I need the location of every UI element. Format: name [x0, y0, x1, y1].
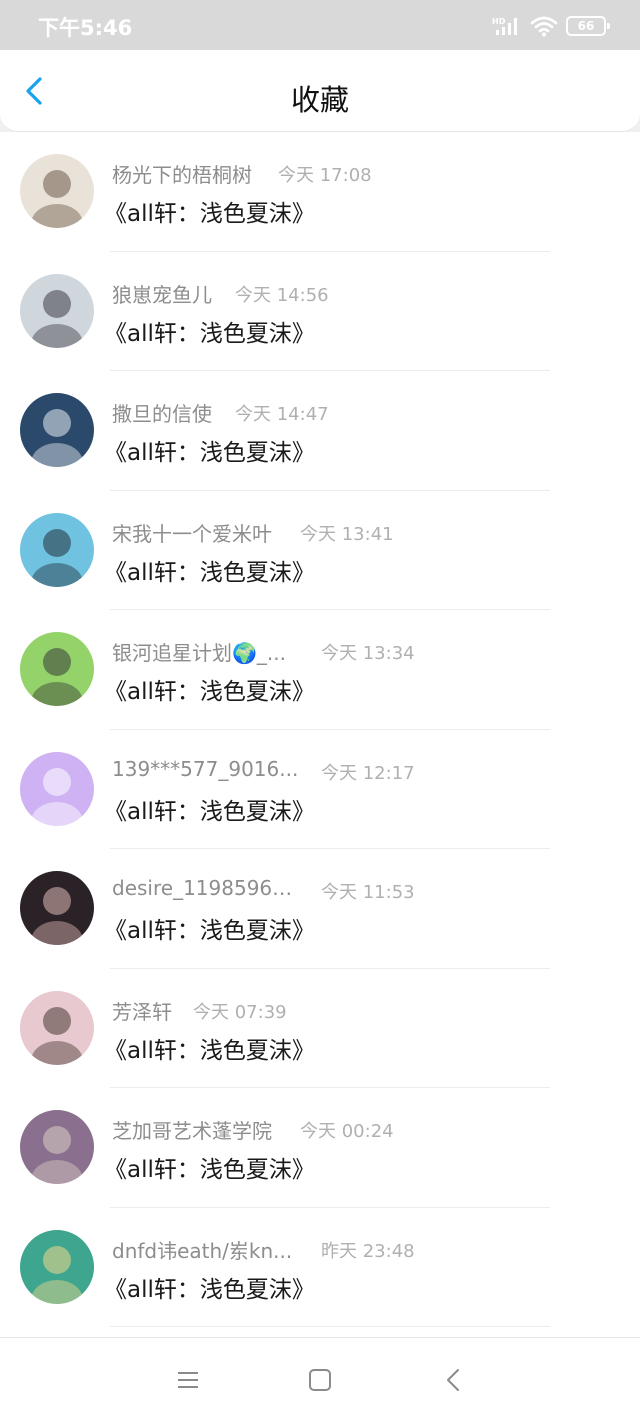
timestamp: 今天 17:08 [278, 165, 372, 186]
timestamp: 今天 14:56 [235, 284, 329, 306]
avatar[interactable] [20, 990, 94, 1065]
favorite-item[interactable]: 139***577_9016... 今天 12:17 《all轩：浅色夏沫》 [0, 729, 640, 849]
favorite-item[interactable]: 芝加哥艺术蓬学院 今天 00:24 《all轩：浅色夏沫》 [0, 1088, 640, 1208]
timestamp: 今天 14:47 [235, 404, 329, 425]
avatar[interactable] [20, 273, 94, 348]
favorite-item[interactable]: 银河追星计划🌍_... 今天 13:34 《all轩：浅色夏沫》 [0, 610, 640, 730]
favorite-item[interactable]: 狼崽宠鱼儿 今天 14:56 《all轩：浅色夏沫》 [0, 251, 640, 371]
status-time: 下午5:46 [38, 16, 133, 40]
favorite-title[interactable]: 《all轩：浅色夏沫》 [104, 911, 315, 945]
timestamp: 今天 12:17 [321, 762, 415, 784]
navigation-bar [0, 1337, 640, 1422]
back-triangle-icon[interactable] [440, 1366, 468, 1394]
signal-icon: HD [492, 17, 517, 35]
favorite-title[interactable]: 《all轩：浅色夏沫》 [104, 672, 315, 706]
favorite-title[interactable]: 《all轩：浅色夏沫》 [104, 1031, 315, 1065]
user-name[interactable]: 芳泽轩 [112, 996, 172, 1025]
avatar[interactable] [20, 154, 94, 228]
favorite-title[interactable]: 《all轩：浅色夏沫》 [104, 792, 315, 826]
timestamp: 今天 11:53 [321, 882, 415, 903]
user-name[interactable]: 芝加哥艺术蓬学院 [112, 1115, 272, 1144]
home-square-icon[interactable] [306, 1366, 334, 1394]
avatar[interactable] [20, 632, 94, 706]
user-name[interactable]: 139***577_9016... [112, 757, 298, 781]
timestamp: 今天 13:34 [321, 643, 415, 664]
avatar[interactable] [20, 1110, 94, 1184]
user-name[interactable]: 狼崽宠鱼儿 [112, 279, 212, 308]
avatar[interactable] [20, 512, 94, 587]
user-name[interactable]: 杨光下的梧桐树 [112, 159, 252, 188]
user-name[interactable]: desire_11985960... [112, 876, 302, 900]
favorite-item[interactable]: 杨光下的梧桐树 今天 17:08 《all轩：浅色夏沫》 [0, 132, 640, 252]
avatar[interactable] [20, 871, 94, 945]
avatar[interactable] [20, 1229, 94, 1304]
favorite-title[interactable]: 《all轩：浅色夏沫》 [104, 1270, 315, 1304]
user-name[interactable]: 撒旦的信使 [112, 398, 212, 427]
header: 收藏 [0, 50, 640, 132]
favorite-item[interactable]: 宋我十一个爱米叶 今天 13:41 《all轩：浅色夏沫》 [0, 490, 640, 610]
favorite-title[interactable]: 《all轩：浅色夏沫》 [104, 1150, 315, 1184]
status-icons: HD 66 [492, 14, 610, 38]
favorite-title[interactable]: 《all轩：浅色夏沫》 [104, 314, 315, 348]
user-name[interactable]: dnfd讳eath/岽kn... [112, 1235, 292, 1264]
favorite-title[interactable]: 《all轩：浅色夏沫》 [104, 433, 315, 467]
avatar[interactable] [20, 751, 94, 826]
timestamp: 今天 13:41 [300, 523, 394, 545]
timestamp: 今天 07:39 [193, 1001, 287, 1023]
wifi-icon [530, 16, 558, 37]
avatar[interactable] [20, 393, 94, 467]
favorite-item[interactable]: desire_11985960... 今天 11:53 《all轩：浅色夏沫》 [0, 849, 640, 969]
favorite-title[interactable]: 《all轩：浅色夏沫》 [104, 194, 315, 228]
user-name[interactable]: 宋我十一个爱米叶 [112, 518, 272, 547]
timestamp: 昨天 23:48 [321, 1240, 415, 1262]
favorite-item[interactable]: 芳泽轩 今天 07:39 《all轩：浅色夏沫》 [0, 968, 640, 1088]
favorite-item[interactable]: 撒旦的信使 今天 14:47 《all轩：浅色夏沫》 [0, 371, 640, 491]
menu-icon[interactable] [174, 1366, 202, 1394]
favorites-list: 杨光下的梧桐树 今天 17:08 《all轩：浅色夏沫》 狼崽宠鱼儿 今天 14:56 《… [0, 132, 640, 1337]
user-name[interactable]: 银河追星计划🌍_... [112, 637, 286, 666]
svg-text:HD: HD [492, 17, 506, 26]
timestamp: 今天 00:24 [300, 1121, 394, 1142]
favorite-item[interactable]: dnfd讳eath/岽kn... 昨天 23:48 《all轩：浅色夏沫》 [0, 1207, 640, 1327]
battery-icon: 66 [566, 16, 610, 36]
favorite-title[interactable]: 《all轩：浅色夏沫》 [104, 553, 315, 587]
page-title: 收藏 [290, 83, 349, 117]
status-bar: 下午5:46 HD 66 [0, 0, 640, 50]
